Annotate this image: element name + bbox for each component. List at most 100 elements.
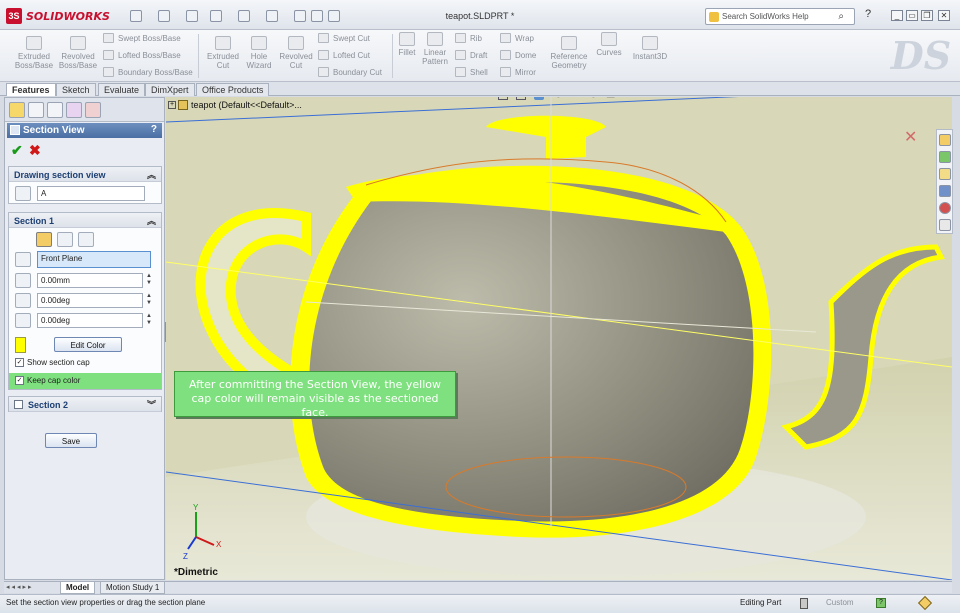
tool-label: Mirror: [515, 67, 536, 77]
mirror-button[interactable]: Mirror: [500, 67, 536, 77]
property-manager-icon[interactable]: [28, 102, 44, 118]
configuration-manager-icon[interactable]: [47, 102, 63, 118]
group-header[interactable]: Section 1 ︽: [9, 213, 161, 228]
lofted-cut-button[interactable]: Lofted Cut: [318, 50, 370, 60]
ok-check-icon[interactable]: ✔: [11, 142, 23, 159]
help-button[interactable]: ?: [151, 124, 157, 135]
panel-title: Section View: [23, 125, 85, 136]
lofted-boss-button[interactable]: Lofted Boss/Base: [103, 50, 181, 60]
curves-button[interactable]: Curves: [593, 32, 625, 57]
graphics-viewport[interactable]: Y X Z + teapot (Default<<Default>... ⌕ ⌕…: [166, 97, 952, 580]
close-button[interactable]: ✕: [938, 10, 950, 21]
instant3d-button[interactable]: Instant3D: [628, 36, 672, 61]
y-rotation-spin-icon[interactable]: ▲ ▼: [145, 313, 153, 328]
expand-chevron-icon[interactable]: ︾: [147, 398, 156, 411]
design-library-icon[interactable]: [939, 151, 951, 163]
linear-pattern-button[interactable]: Linear Pattern: [420, 32, 450, 66]
zoom-to-fit-icon[interactable]: ⌕: [454, 97, 460, 99]
apply-scene-icon[interactable]: ◍: [589, 97, 598, 99]
dimxpert-manager-icon[interactable]: [66, 102, 82, 118]
swept-boss-button[interactable]: Swept Boss/Base: [103, 33, 181, 43]
help-icon[interactable]: ?: [862, 9, 874, 21]
tab-model[interactable]: Model: [60, 582, 96, 594]
display-manager-icon[interactable]: [85, 102, 101, 118]
extruded-cut-icon: [215, 36, 231, 50]
rib-icon: [455, 33, 466, 43]
rebuild-status-icon[interactable]: [800, 598, 808, 609]
restore-button[interactable]: ▭: [906, 10, 918, 21]
section-2-checkbox[interactable]: [14, 400, 23, 409]
draft-button[interactable]: Draft: [455, 50, 487, 60]
keep-cap-color-checkbox[interactable]: ✓ Keep cap color: [15, 376, 80, 385]
tool-label: Reference: [550, 52, 588, 61]
reverse-direction-icon[interactable]: [15, 252, 31, 267]
restore-down-button[interactable]: ❐: [921, 10, 933, 21]
fillet-button[interactable]: Fillet: [396, 32, 418, 57]
plane-section-icon[interactable]: [36, 232, 52, 247]
feature-manager-icon[interactable]: [9, 102, 25, 118]
show-section-cap-checkbox[interactable]: ✓ Show section cap: [15, 358, 90, 367]
cancel-x-icon[interactable]: ✖: [29, 142, 41, 159]
section-name-field[interactable]: A: [37, 186, 145, 201]
group-header[interactable]: Section 2 ︾: [9, 397, 161, 412]
group-header[interactable]: Drawing section view ︽: [9, 167, 161, 182]
reference-plane-field[interactable]: Front Plane: [37, 251, 151, 268]
reference-geometry-button[interactable]: Reference Geometry: [546, 36, 592, 70]
extruded-cut-button[interactable]: Extruded Cut: [203, 36, 243, 70]
configuration-selector[interactable]: Custom: [826, 598, 854, 607]
search-help-input[interactable]: Search SolidWorks Help ⌕: [705, 8, 855, 25]
previous-view-icon[interactable]: ↶: [484, 97, 492, 99]
paperclip-icon[interactable]: [917, 595, 933, 611]
face-section-icon[interactable]: [78, 232, 94, 247]
offset-spin-icon[interactable]: ▲ ▼: [145, 273, 153, 288]
confirmation-cancel-icon[interactable]: ✕: [904, 127, 917, 147]
view-orientation-icon[interactable]: [516, 97, 526, 100]
checkbox-label: Show section cap: [27, 358, 90, 367]
x-rotation-field[interactable]: 0.00deg: [37, 293, 143, 308]
custom-properties-icon[interactable]: [939, 219, 951, 231]
tab-evaluate[interactable]: Evaluate: [98, 83, 146, 96]
tab-motion-study-1[interactable]: Motion Study 1: [100, 582, 166, 594]
view-palette-icon[interactable]: [939, 185, 951, 197]
hole-wizard-button[interactable]: Hole Wizard: [241, 36, 277, 70]
minimize-button[interactable]: _: [891, 10, 903, 21]
section-view-toolbar-icon[interactable]: [498, 97, 508, 100]
edit-color-button[interactable]: Edit Color: [54, 337, 122, 352]
collapse-chevron-icon[interactable]: ︽: [147, 168, 156, 181]
tab-office-products[interactable]: Office Products: [196, 83, 270, 96]
swept-cut-button[interactable]: Swept Cut: [318, 33, 370, 43]
collapse-chevron-icon[interactable]: ︽: [147, 214, 156, 227]
file-explorer-icon[interactable]: [939, 168, 951, 180]
boundary-cut-button[interactable]: Boundary Cut: [318, 67, 382, 77]
tool-label: Extruded: [17, 52, 51, 61]
hide-show-items-icon[interactable]: ◎: [554, 97, 563, 99]
tab-features[interactable]: Features: [6, 83, 56, 96]
shell-button[interactable]: Shell: [455, 67, 488, 77]
boundary-boss-button[interactable]: Boundary Boss/Base: [103, 67, 193, 77]
help-status-icon[interactable]: ?: [876, 598, 886, 608]
wrap-button[interactable]: Wrap: [500, 33, 534, 43]
view-settings-icon[interactable]: ▤: [606, 97, 615, 99]
tab-scroll-arrows-icon[interactable]: ◂◂◂▸▸: [6, 583, 34, 591]
x-rotation-spin-icon[interactable]: ▲ ▼: [145, 293, 153, 308]
revolved-cut-button[interactable]: Revolved Cut: [276, 36, 316, 70]
feature-tree-flyout[interactable]: + teapot (Default<<Default>...: [168, 100, 302, 110]
display-style-icon[interactable]: [534, 97, 544, 100]
zoom-area-icon[interactable]: ⌕: [468, 97, 474, 99]
revolved-boss-button[interactable]: Revolved Boss/Base: [58, 36, 98, 70]
zonal-section-icon[interactable]: [57, 232, 73, 247]
resources-icon[interactable]: [939, 134, 951, 146]
appearances-icon[interactable]: [939, 202, 951, 214]
extruded-boss-button[interactable]: Extruded Boss/Base: [14, 36, 54, 70]
save-button[interactable]: Save: [45, 433, 97, 448]
rib-button[interactable]: Rib: [455, 33, 482, 43]
tab-dimxpert[interactable]: DimXpert: [145, 83, 195, 96]
tab-sketch[interactable]: Sketch: [56, 83, 96, 96]
offset-distance-field[interactable]: 0.00mm: [37, 273, 143, 288]
search-magnifier-icon[interactable]: ⌕: [838, 11, 844, 22]
expand-icon[interactable]: +: [168, 101, 176, 109]
dome-button[interactable]: Dome: [500, 50, 536, 60]
y-rotation-field[interactable]: 0.00deg: [37, 313, 143, 328]
task-pane-tabs: [936, 129, 953, 234]
edit-appearance-icon[interactable]: ◐: [572, 97, 578, 99]
